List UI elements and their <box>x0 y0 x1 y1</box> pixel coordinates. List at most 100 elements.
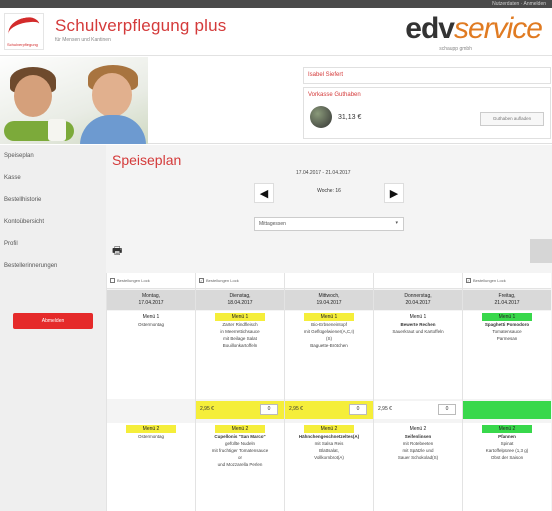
order-bar: 2,95 € 0 <box>196 401 284 419</box>
meal-type-value: Mittagessen <box>259 221 286 227</box>
sidebar-item-speiseplan[interactable]: Speiseplan <box>0 145 106 167</box>
menu1-cell[interactable]: Menü 1 Zarter Rindfleisch in Meerrettichsa… <box>196 311 284 399</box>
printer-icon[interactable]: 🖶 <box>112 245 126 257</box>
brand-accent: service <box>453 12 543 45</box>
menu1-line: Parmesan <box>496 336 518 341</box>
price-label: 2,95 € <box>378 406 392 412</box>
day-header: Donnerstag, 20.04.2017 <box>374 290 462 310</box>
menu1-line: Sauerkraut und Kartoffeln <box>392 329 444 334</box>
menu2-cell[interactable]: Menü 2 Hähnchengeschnetzeltes(A) mit Salsa… <box>285 423 373 511</box>
day-date: 19.04.2017 <box>316 300 342 306</box>
menu2-title: Menü 2 <box>215 425 265 433</box>
lock-label: Bestellungen Lock <box>473 278 506 283</box>
app-subtitle: für Mensen und Kantinen <box>55 37 111 43</box>
lock-checkbox-row[interactable]: ✓ Bestellungen Lock <box>196 273 284 289</box>
day-column: Donnerstag, 20.04.2017 Menü 1 Bewerte Reche… <box>373 273 462 511</box>
menu1-cell[interactable]: Menü 1 Spaghetti Pomodoro Tomatensauce Parm… <box>463 311 551 399</box>
order-bar: 2,95 € 0 <box>374 401 462 419</box>
menu2-title: Menü 2 <box>304 425 354 433</box>
coin-icon <box>310 106 332 128</box>
menu1-line: mit Geflügelwiener(A,C,I) <box>303 329 355 334</box>
menu1-line: Ostermontag <box>137 322 164 327</box>
lock-checkbox-row[interactable]: Bestellungen Lock <box>107 273 195 289</box>
kids-photo <box>0 57 148 144</box>
balance-amount: 31,13 € <box>338 114 362 121</box>
menu-table: Bestellungen Lock Montag, 17.04.2017 Menü 1… <box>106 273 552 511</box>
lock-checkbox-row <box>374 273 462 289</box>
day-date: 18.04.2017 <box>227 300 253 306</box>
day-column: Mittwoch, 19.04.2017 Menü 1 Bio-Erbseneinto… <box>284 273 373 511</box>
menu2-cell[interactable]: Menü 2 Pfannen Spinat Kartoffelpüree (1,3 g… <box>463 423 551 511</box>
lock-checkbox-row <box>285 273 373 289</box>
day-name: Dienstag, <box>229 293 251 299</box>
menu2-line: Spinat <box>500 441 514 446</box>
aufladen-button[interactable]: Guthaben aufladen <box>480 112 544 126</box>
menu2-cell[interactable]: Menü 2 Ostermontag <box>107 423 195 511</box>
prev-week-button[interactable]: ◀ <box>254 183 274 203</box>
quantity-select[interactable]: 0 <box>260 404 278 415</box>
menu2-line: mit Rotebeeten <box>402 441 434 446</box>
menu2-line: mit fruchtiger Tomatensauce <box>211 448 269 453</box>
sidebar-item-kasse[interactable]: Kasse <box>0 167 106 189</box>
menu1-cell[interactable]: Menü 1 Ostermontag <box>107 311 195 399</box>
checkbox-checked-icon[interactable]: ✓ <box>466 278 471 284</box>
checkbox-checked-icon[interactable]: ✓ <box>199 278 204 284</box>
lock-label: Bestellungen Lock <box>206 278 239 283</box>
menu2-line: Kartoffelpüree (1,3 g) <box>485 448 529 453</box>
price-label: 2,95 € <box>200 406 214 412</box>
sidebar-item-profil[interactable]: Profil <box>0 233 106 255</box>
checkbox-icon[interactable] <box>110 278 115 284</box>
menu2-line: Cupellonis "San Marco" <box>214 434 266 439</box>
day-header: Montag, 17.04.2017 <box>107 290 195 310</box>
app-logo[interactable]: Schulverpflegung <box>4 13 44 50</box>
menu1-cell[interactable]: Menü 1 Bewerte Rechen Sauerkraut und Karto… <box>374 311 462 399</box>
scroll-placeholder <box>530 239 552 263</box>
menu1-line: Baguette-Brötchen <box>310 343 348 348</box>
arrow-right-icon: ▶ <box>389 187 399 200</box>
menu1-title: Menü 1 <box>215 313 265 321</box>
lock-checkbox-row[interactable]: ✓ Bestellungen Lock <box>463 273 551 289</box>
kid1-face <box>14 75 52 117</box>
menu2-line: Blattsalat, <box>319 448 339 453</box>
menu2-cell[interactable]: Menü 2 Seifenlinsen mit Rotebeeten mit Spät… <box>374 423 462 511</box>
quantity-select[interactable]: 0 <box>349 404 367 415</box>
day-name: Mittwoch, <box>318 293 340 299</box>
menu2-cell[interactable]: Menü 2 Cupellonis "San Marco" gefüllte Nud… <box>196 423 284 511</box>
quantity-select[interactable]: 0 <box>438 404 456 415</box>
menu1-cell[interactable]: Menü 1 Bio-Erbseneintopf mit Geflügelwiene… <box>285 311 373 399</box>
menu1-line: (S) <box>326 336 332 341</box>
next-week-button[interactable]: ▶ <box>384 183 404 203</box>
kid2-face <box>92 73 132 117</box>
menu2-title: Menü 2 <box>126 425 176 433</box>
brand-logo: edvservice <box>405 12 543 46</box>
logo-text: Schulverpflegung <box>7 42 38 47</box>
date-range: 17.04.2017 - 21.04.2017 <box>296 170 351 176</box>
sidebar-item-kontouebersicht[interactable]: Kontoübersicht <box>0 211 106 233</box>
sidebar-item-bestellhistorie[interactable]: Bestellhistorie <box>0 189 106 211</box>
menu1-title: Menü 1 <box>482 313 532 321</box>
page-title: Speiseplan <box>112 152 182 168</box>
menu2-title: Menü 2 <box>482 425 532 433</box>
price-label: 2,95 € <box>289 406 303 412</box>
logo-swoosh-icon <box>6 15 42 43</box>
sidebar-item-bestellerinnerungen[interactable]: Bestellerinnerungen <box>0 255 106 277</box>
menu1-line: Bewerte Rechen <box>400 322 436 327</box>
day-header: Freitag, 21.04.2017 <box>463 290 551 310</box>
meal-type-select[interactable]: Mittagessen ▾ <box>254 217 404 231</box>
arrow-left-icon: ◀ <box>259 187 269 200</box>
brand-main: edv <box>405 12 455 45</box>
top-bar-meta[interactable]: Nutzerdaten · Anmelden <box>492 1 546 7</box>
day-name: Montag, <box>141 293 161 299</box>
day-date: 20.04.2017 <box>405 300 431 306</box>
menu2-line: Obst der Saison <box>490 455 524 460</box>
day-name: Freitag, <box>498 293 516 299</box>
user-name[interactable]: Isabel Siefert <box>303 67 551 84</box>
week-label: Woche: 16 <box>317 188 341 194</box>
top-bar: Nutzerdaten · Anmelden <box>0 0 552 8</box>
logout-button[interactable]: Abmelden <box>13 313 93 329</box>
day-header: Dienstag, 18.04.2017 <box>196 290 284 310</box>
kasse-box: Vorkasse Guthaben 31,13 € Guthaben aufla… <box>303 87 551 139</box>
menu1-title: Menü 1 <box>304 313 354 321</box>
menu2-title: Menü 2 <box>409 426 427 432</box>
milk-glass <box>48 119 66 141</box>
